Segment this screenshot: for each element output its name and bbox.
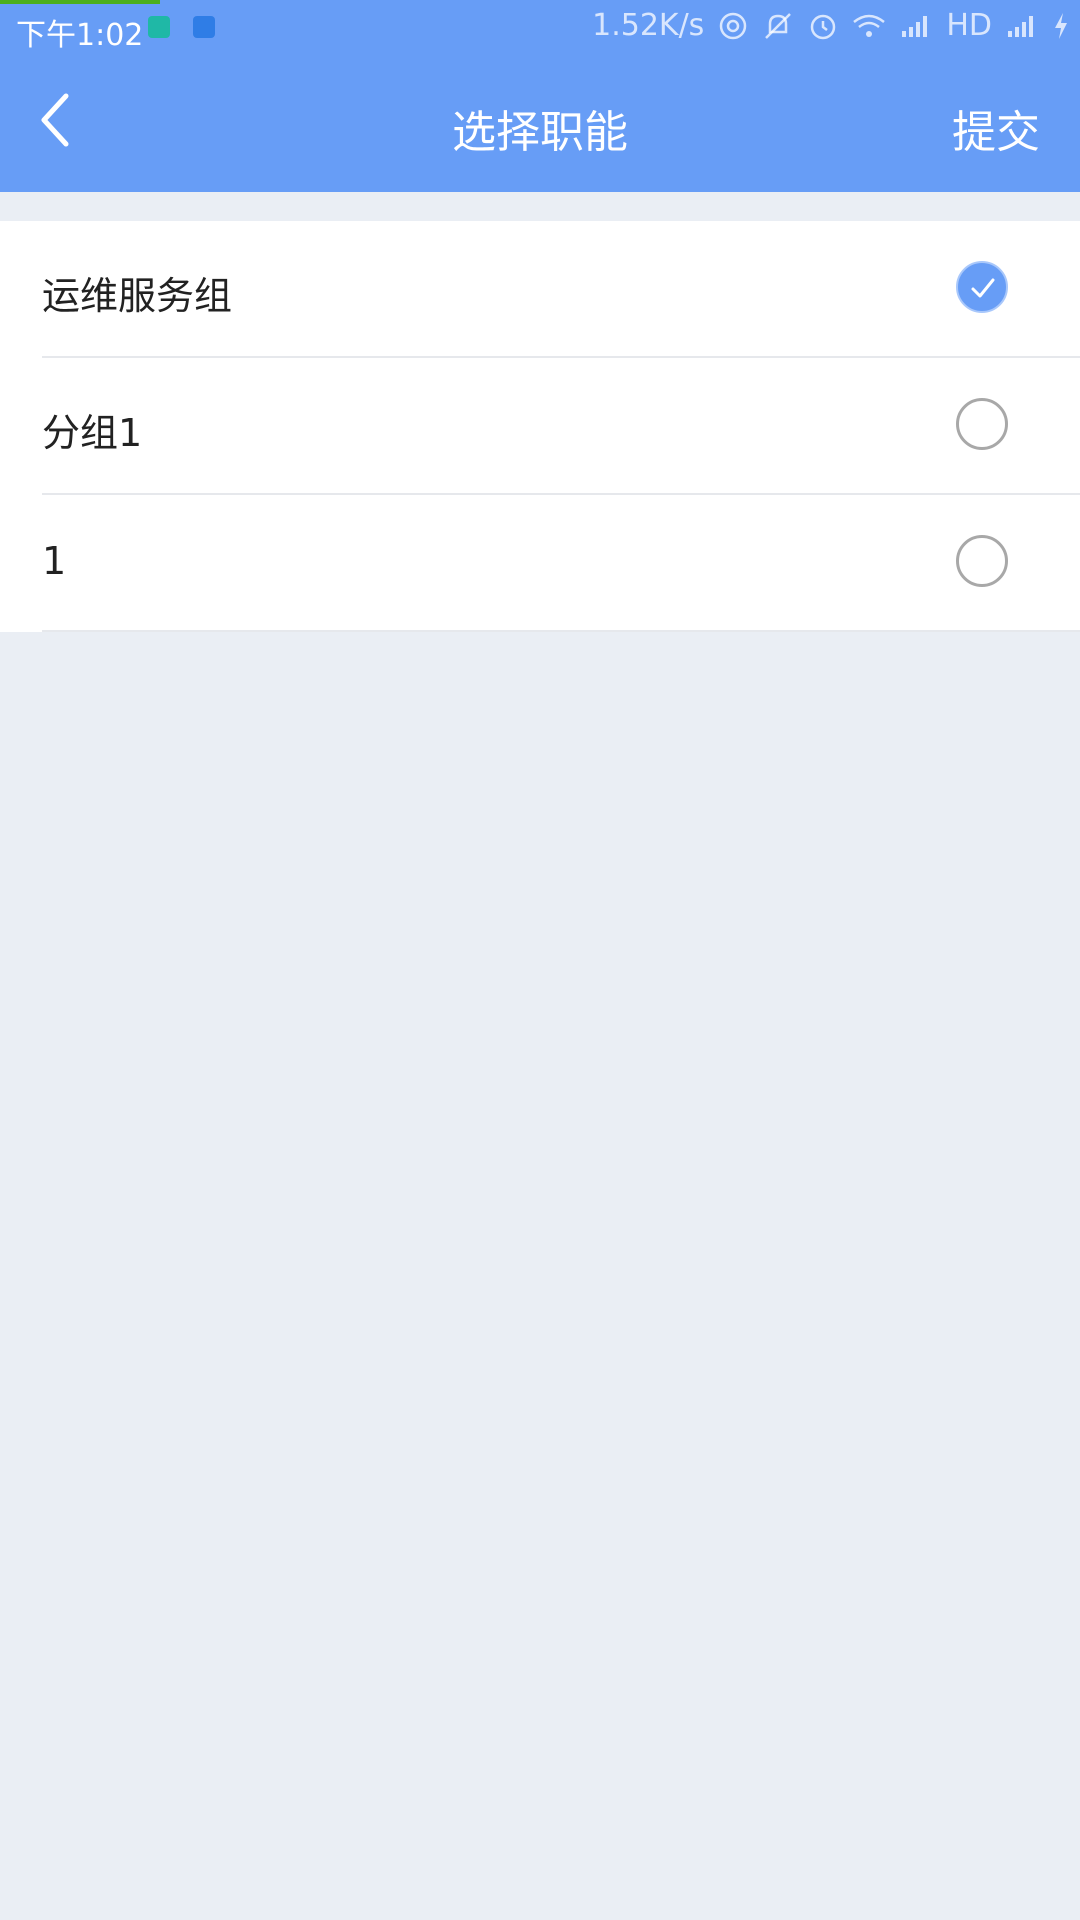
top-bar: 下午1:02 1.52K/s HD 选择职能 提交 [0,0,1080,192]
radio-checked[interactable] [956,261,1008,313]
option-label: 分组1 [42,411,143,455]
hotspot-icon [718,11,748,41]
status-icons: 1.52K/s HD [592,8,1070,43]
mute-icon [762,10,794,42]
signal-icon [1006,13,1038,39]
cloud-notification-icon [193,16,215,38]
option-label: 1 [42,539,67,583]
charging-icon [1052,11,1070,41]
submit-button[interactable]: 提交 [952,96,1040,160]
list-item[interactable]: 运维服务组 [0,221,1080,358]
alarm-icon [808,11,838,41]
page-title: 选择职能 [452,107,628,158]
radio-unchecked[interactable] [956,535,1008,587]
list-item[interactable]: 1 [0,495,1080,632]
checkmark-icon [971,278,995,298]
signal-icon [900,13,932,39]
role-option-list: 运维服务组 分组1 1 [0,221,1080,632]
list-item[interactable]: 分组1 [0,358,1080,495]
wifi-icon [852,12,886,40]
option-label: 运维服务组 [42,274,233,318]
divider [42,630,1080,632]
navigation-bar: 选择职能 提交 [0,56,1080,192]
status-bar: 下午1:02 1.52K/s HD [0,0,1080,56]
status-time: 下午1:02 [16,18,144,53]
app-notification-icon [148,16,170,38]
radio-unchecked[interactable] [956,398,1008,450]
network-speed: 1.52K/s [592,8,705,43]
network-type-label: HD [946,8,992,43]
